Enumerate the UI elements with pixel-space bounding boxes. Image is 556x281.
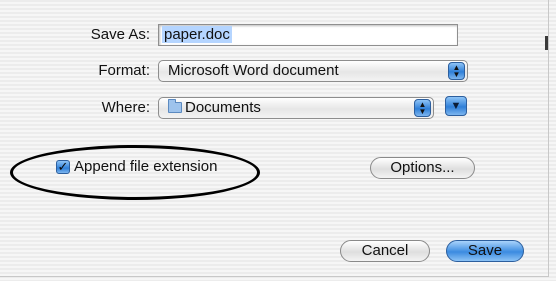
folder-icon xyxy=(168,99,182,113)
format-popup[interactable]: Microsoft Word document ▲ ▼ xyxy=(158,60,468,82)
where-label: Where: xyxy=(101,99,150,116)
checkmark-icon: ✓ xyxy=(57,159,69,174)
cancel-button[interactable]: Cancel xyxy=(340,240,430,262)
save-as-label: Save As: xyxy=(90,26,150,43)
append-extension-label[interactable]: Append file extension xyxy=(74,158,217,175)
format-label: Format: xyxy=(98,62,150,79)
filename-selection: paper.doc xyxy=(162,26,232,43)
where-stepper-icon: ▲ ▼ xyxy=(414,99,431,117)
where-popup[interactable]: Documents ▲ ▼ xyxy=(158,97,434,119)
save-button[interactable]: Save xyxy=(446,240,524,262)
format-value: Microsoft Word document xyxy=(168,62,339,79)
options-button[interactable]: Options... xyxy=(370,157,475,179)
filename-input[interactable]: paper.doc xyxy=(158,24,458,46)
append-extension-checkbox[interactable]: ✓ xyxy=(56,160,70,174)
window-edge-mark xyxy=(545,36,548,50)
expand-browser-button[interactable]: ▼ xyxy=(445,96,467,116)
save-dialog: Save As: paper.doc Format: Microsoft Wor… xyxy=(0,0,549,277)
format-stepper-icon: ▲ ▼ xyxy=(448,62,465,80)
where-value: Documents xyxy=(185,99,261,116)
triangle-down-icon: ▼ xyxy=(450,100,462,112)
